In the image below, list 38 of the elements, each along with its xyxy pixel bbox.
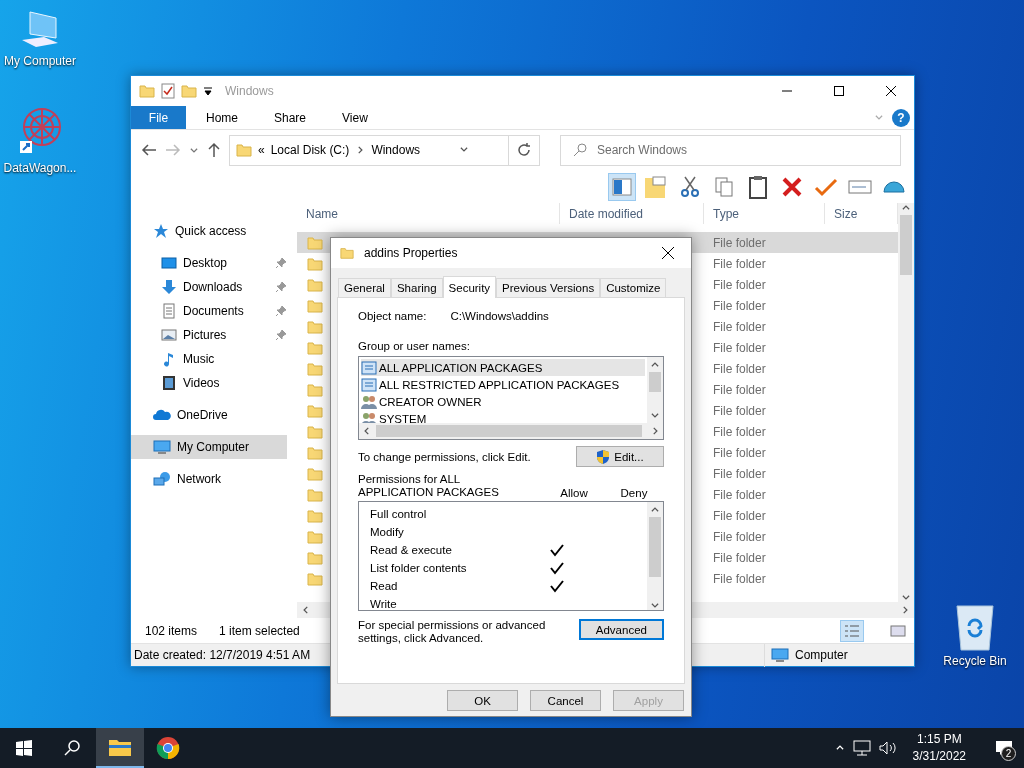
type-cell-text: File folder [712,381,767,399]
window-title: Windows [225,84,275,98]
type-cell-text: File folder [712,465,767,483]
location-text: Computer [795,648,848,662]
type-cell-text: File folder [712,528,767,546]
permission-name: Write [370,598,398,610]
edit-hint: To change permissions, click Edit. [358,450,531,463]
date-created-text: Date created: 12/7/2019 4:51 AM [134,648,311,662]
type-cell-text: File folder [712,549,767,567]
type-cell-text: File folder [712,507,767,525]
allow-header: Allow [559,487,589,499]
type-cell-text: File folder [712,234,767,252]
advanced-hint: For special permissions or advanced settings, click Advanced. [358,619,547,645]
object-name-value: C:\Windows\addins [450,310,549,322]
dialog-title: addins Properties [364,246,459,260]
type-cell-text: File folder [712,486,767,504]
deny-header: Deny [619,487,649,499]
type-cell-text: File folder [712,318,767,336]
type-cell-text: File folder [712,360,767,378]
groups-label: Group or user names: [358,340,471,352]
type-cell-text: File folder [712,339,767,357]
type-cell-text: File folder [712,402,767,420]
permission-name: List folder contents [370,562,468,574]
selection-count: 1 item selected [219,623,300,638]
permissions-label: Permissions for ALL APPLICATION PACKAGES [358,473,500,499]
notification-count: 2 [1001,746,1016,761]
permission-name: Read [370,580,399,592]
permission-name: Modify [370,526,405,538]
permission-name: Read & execute [370,544,453,556]
item-count: 102 items [145,623,198,638]
type-cell-text: File folder [712,570,767,588]
type-cell-text: File folder [712,297,767,315]
object-name-label: Object name: [358,310,427,322]
type-cell-text: File folder [712,276,767,294]
type-cell-text: File folder [712,444,767,462]
permission-name: Full control [370,508,428,520]
type-cell-text: File folder [712,423,767,441]
type-cell-text: File folder [712,255,767,273]
